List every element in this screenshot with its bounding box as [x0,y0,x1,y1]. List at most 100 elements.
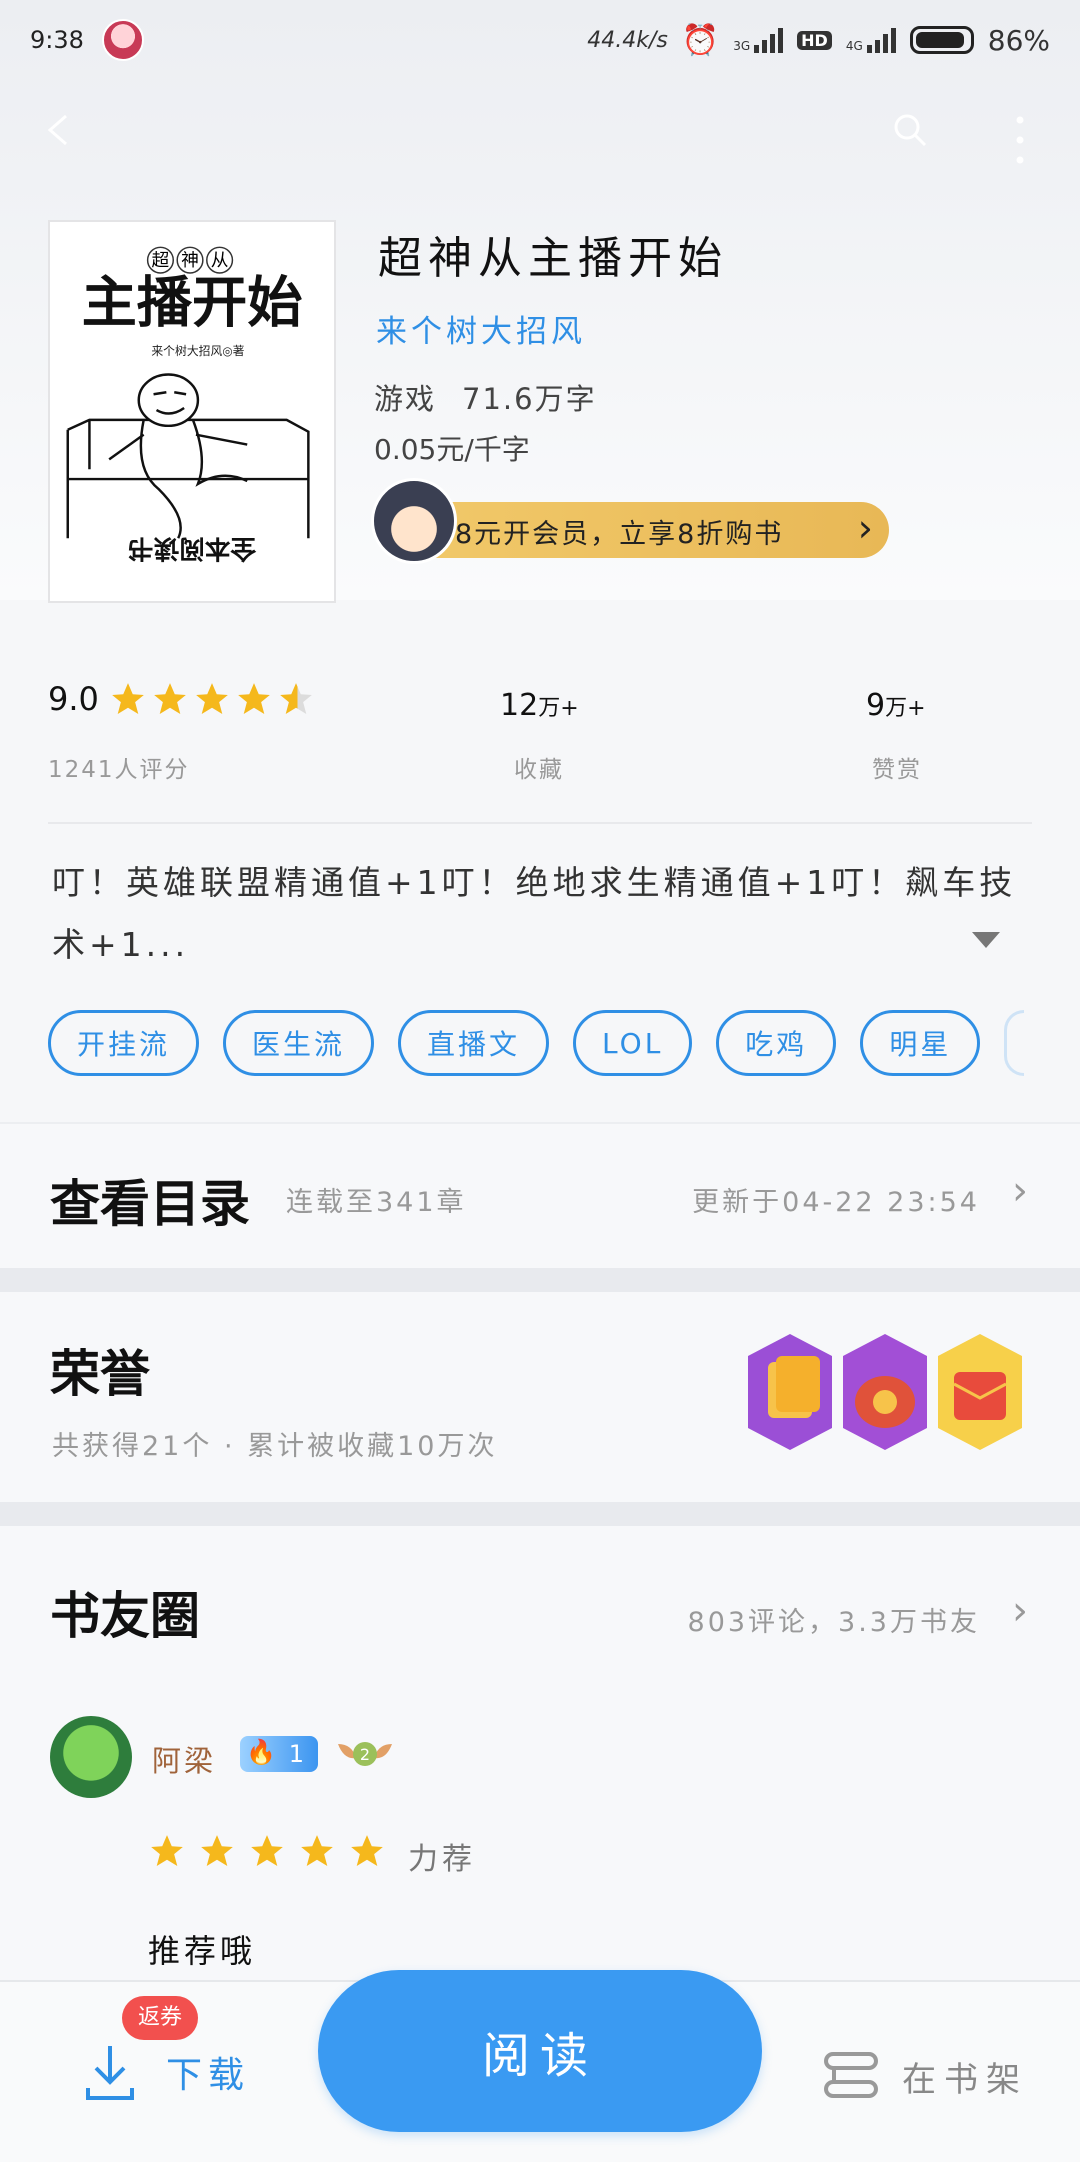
review-tag: 力荐 [408,1842,476,1877]
download-label: 下载 [166,2055,251,2096]
vip-promo-banner[interactable]: 8元开会员，立享8折购书 › [371,478,889,564]
rating-score: 9.0 [48,680,99,718]
honor-summary: 共获得21个 · 累计被收藏10万次 [52,1431,498,1462]
honor-title: 荣誉 [50,1344,150,1403]
alarm-icon: ⏰ [681,22,720,58]
battery-icon [909,26,974,54]
cover-top-char: 神 [181,250,199,271]
more-vertical-icon [1016,116,1024,164]
signal-4g-icon: 4G [846,27,896,53]
review-stars [148,1832,386,1870]
honor-section[interactable]: 荣誉 共获得21个 · 累计被收藏10万次 [0,1292,1080,1502]
badge-level: 2 [360,1745,370,1764]
hd-icon: HD [797,30,832,50]
bottom-action-bar: 返券 下载 阅读 在书架 [0,1970,1080,2162]
likes-count: 9万+ [866,688,926,723]
star-icon [238,683,270,715]
signal-3g-icon: 3G [733,27,784,53]
book-circle-section: 书友圈 803评论，3.3万书友 › 阿梁 🔥 1 2 力荐 推荐哦 [0,1526,1080,1986]
likes-number: 9 [866,688,886,723]
book-genre: 游戏 [374,382,437,416]
user-avatar[interactable] [50,1716,132,1798]
star-icon [201,1835,233,1867]
star-icon [196,683,228,715]
tag-chip[interactable]: 直播文 [398,1010,550,1076]
book-word-count: 71.6万字 [462,382,597,416]
tag-chip-partial[interactable] [1004,1010,1025,1076]
book-meta: 游戏 71.6万字 [374,376,597,418]
rating-count: 1241人评分 [48,757,190,783]
cover-big-title: 主播开始 [82,270,303,335]
favorites-number: 12 [500,688,539,723]
book-description[interactable]: 叮！英雄联盟精通值+1叮！绝地求生精通值+1叮！飙车技术+1... [52,852,1036,976]
divider [48,822,1032,824]
top-nav [40,110,1040,170]
badge-gold-cards-icon [748,1334,832,1450]
coupon-badge: 返券 [122,1996,199,2040]
notification-avatar-icon [101,19,144,61]
user-name[interactable]: 阿梁 [152,1738,216,1780]
tag-chip[interactable]: 医生流 [223,1010,375,1076]
fire-level: 1 [288,1740,304,1768]
star-icon [351,1835,383,1867]
honor-badges [748,1334,1022,1450]
book-stats: 9.0 1241人评分 12万+ 收藏 9万+ 赞赏 [48,680,1032,790]
network-speed: 44.4k/s [587,27,668,53]
book-cover-image: 超 神 从 主播开始 来个树大招风◎著 全本阅读书 [50,222,334,601]
tag-chip[interactable]: 明星 [860,1010,981,1076]
back-arrow-icon [47,114,67,146]
read-button[interactable]: 阅读 [318,1970,762,2132]
book-cover[interactable]: 超 神 从 主播开始 来个树大招风◎著 全本阅读书 [48,220,336,603]
badge-money-bag-icon [843,1334,927,1450]
chevron-right-icon[interactable]: › [1012,1588,1028,1634]
book-title: 超神从主播开始 [378,233,728,284]
chevron-right-icon: › [857,506,873,550]
book-price: 0.05元/千字 [374,433,530,466]
download-icon [86,2046,134,2100]
likes-unit: 万+ [885,696,926,721]
circle-summary[interactable]: 803评论，3.3万书友 [688,1600,980,1639]
catalog-title: 查看目录 [50,1174,250,1233]
tag-list: 开挂流 医生流 直播文 LOL 吃鸡 明星 [48,1010,1025,1076]
star-icon [301,1835,333,1867]
rating-block: 9.0 [48,680,315,718]
cover-bottom-text: 全本阅读书 [128,533,257,564]
search-button[interactable] [890,110,930,150]
cover-author: 来个树大招风◎著 [151,344,244,358]
search-icon [894,114,927,147]
download-button[interactable]: 下载 [84,2042,250,2102]
catalog-section[interactable]: 查看目录 连载至341章 更新于04-22 23:54 › [0,1122,1080,1270]
tag-chip[interactable]: LOL [573,1010,693,1076]
vip-avatar-icon [371,478,457,564]
cover-top-char: 从 [211,251,229,271]
tag-chip[interactable]: 吃鸡 [716,1010,837,1076]
more-options-button[interactable] [1000,110,1040,170]
star-icon [251,1835,283,1867]
favorites-unit: 万+ [538,696,579,721]
star-icon [154,683,186,715]
battery-level: 86% [987,23,1050,57]
star-icon [151,1835,183,1867]
status-bar: 9:38 44.4k/s ⏰ 3G HD 4G 86% [0,0,1080,80]
half-star-icon [280,683,312,715]
favorites-label: 收藏 [514,757,564,783]
level-wings-badge-icon: 2 [338,1742,392,1766]
rating-stars [109,680,315,718]
bookshelf-button[interactable]: 在书架 [822,2050,1028,2102]
badge-red-envelope-icon [938,1334,1022,1450]
bookshelf-icon [824,2052,878,2098]
vip-promo-text: 8元开会员，立享8折购书 [455,519,784,550]
book-author-link[interactable]: 来个树大招风 [376,306,586,351]
bookshelf-label: 在书架 [902,2059,1028,2100]
section-separator [0,1502,1080,1526]
catalog-updated: 更新于04-22 23:54 [692,1187,980,1218]
cover-top-char: 超 [152,250,170,271]
back-button[interactable] [40,110,80,150]
catalog-progress: 连载至341章 [286,1187,467,1218]
expand-arrow-icon[interactable] [972,932,1000,948]
circle-title: 书友圈 [50,1586,200,1645]
tag-chip[interactable]: 开挂流 [48,1010,200,1076]
star-icon [112,683,144,715]
review-text[interactable]: 推荐哦 [148,1926,256,1972]
fire-icon: 🔥 [246,1738,276,1766]
